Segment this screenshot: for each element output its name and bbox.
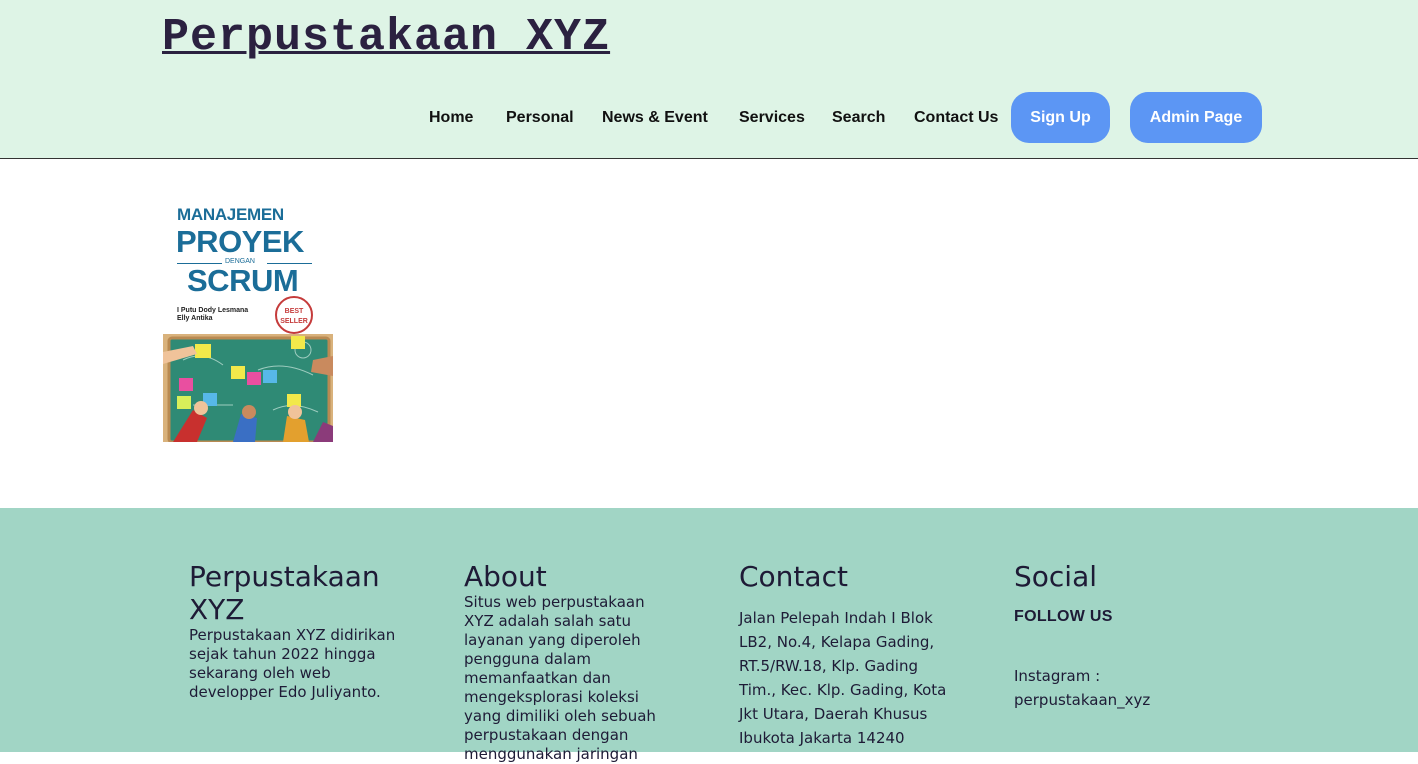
footer-social-title: Social — [1014, 560, 1098, 593]
footer-contact-title: Contact — [739, 560, 848, 593]
footer-about-column: About Situs web perpustakaan XYZ adalah … — [464, 560, 679, 764]
site-footer: Perpustakaan XYZ Perpustakaan XYZ didiri… — [0, 508, 1418, 763]
nav-news-event[interactable]: News & Event — [602, 92, 708, 144]
nav-home[interactable]: Home — [429, 92, 473, 144]
sign-up-button[interactable]: Sign Up — [1011, 92, 1110, 143]
footer-social-column: Social FOLLOW US Instagram : perpustakaa… — [1014, 560, 1229, 712]
footer-brand-title: Perpustakaan XYZ — [189, 560, 380, 626]
nav-services[interactable]: Services — [739, 92, 805, 144]
footer-about-title: About — [464, 560, 547, 593]
follow-us-label: FOLLOW US — [1014, 608, 1113, 625]
admin-page-button[interactable]: Admin Page — [1130, 92, 1262, 143]
main-nav: Home Personal News & Event Services Sear… — [0, 92, 1418, 144]
footer-brand-text: Perpustakaan XYZ didirikan sejak tahun 2… — [189, 626, 396, 701]
site-title[interactable]: Perpustakaan XYZ — [162, 12, 610, 63]
nav-contact-us[interactable]: Contact Us — [914, 92, 998, 144]
nav-search[interactable]: Search — [832, 92, 885, 144]
footer-about-text: Situs web perpustakaan XYZ adalah salah … — [464, 593, 656, 763]
footer-contact-column: Contact Jalan Pelepah Indah I Blok LB2, … — [739, 560, 954, 750]
instagram-link[interactable]: Instagram : perpustakaan_xyz — [1014, 664, 1229, 712]
footer-contact-address: Jalan Pelepah Indah I Blok LB2, No.4, Ke… — [739, 609, 947, 747]
nav-personal[interactable]: Personal — [506, 92, 574, 144]
book-cover-illustration — [163, 334, 333, 442]
footer-brand-column: Perpustakaan XYZ Perpustakaan XYZ didiri… — [189, 560, 404, 702]
book-cover-image[interactable]: MANAJEMEN PROYEK DENGAN SCRUM I Putu Dod… — [163, 200, 333, 442]
site-header: Perpustakaan XYZ Home Personal News & Ev… — [0, 0, 1418, 159]
